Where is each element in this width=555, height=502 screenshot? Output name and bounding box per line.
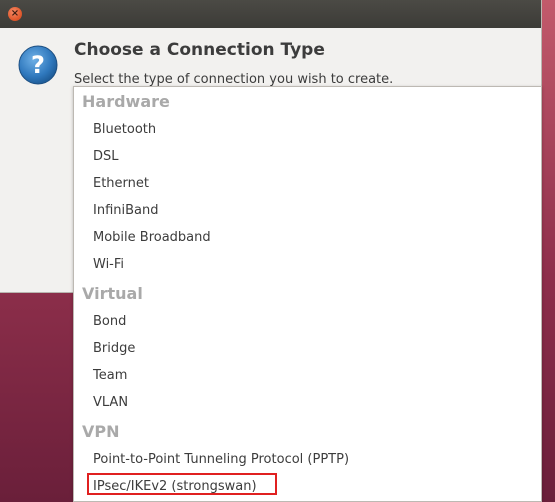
list-item-bluetooth[interactable]: Bluetooth	[93, 122, 156, 137]
group-header-virtual: Virtual	[82, 284, 143, 303]
list-item-team[interactable]: Team	[93, 368, 127, 383]
dialog-subtitle: Select the type of connection you wish t…	[74, 72, 394, 87]
dialog-title: Choose a Connection Type	[74, 40, 325, 60]
list-item-wifi[interactable]: Wi-Fi	[93, 257, 124, 272]
window-titlebar: ×	[0, 0, 541, 28]
list-item-mobile-broadband[interactable]: Mobile Broadband	[93, 230, 211, 245]
list-item-pptp[interactable]: Point-to-Point Tunneling Protocol (PPTP)	[93, 452, 349, 467]
list-item-vlan[interactable]: VLAN	[93, 395, 128, 410]
close-button[interactable]: ×	[8, 7, 22, 21]
question-icon: ?	[18, 45, 58, 85]
connection-type-list: Hardware Bluetooth DSL Ethernet InfiniBa…	[73, 86, 542, 502]
list-item-bridge[interactable]: Bridge	[93, 341, 135, 356]
list-item-bond[interactable]: Bond	[93, 314, 126, 329]
list-item-ethernet[interactable]: Ethernet	[93, 176, 149, 191]
group-header-vpn: VPN	[82, 422, 120, 441]
list-item-dsl[interactable]: DSL	[93, 149, 119, 164]
svg-text:?: ?	[31, 51, 45, 79]
highlight-box	[87, 473, 277, 495]
list-item-infiniband[interactable]: InfiniBand	[93, 203, 159, 218]
group-header-hardware: Hardware	[82, 92, 170, 111]
